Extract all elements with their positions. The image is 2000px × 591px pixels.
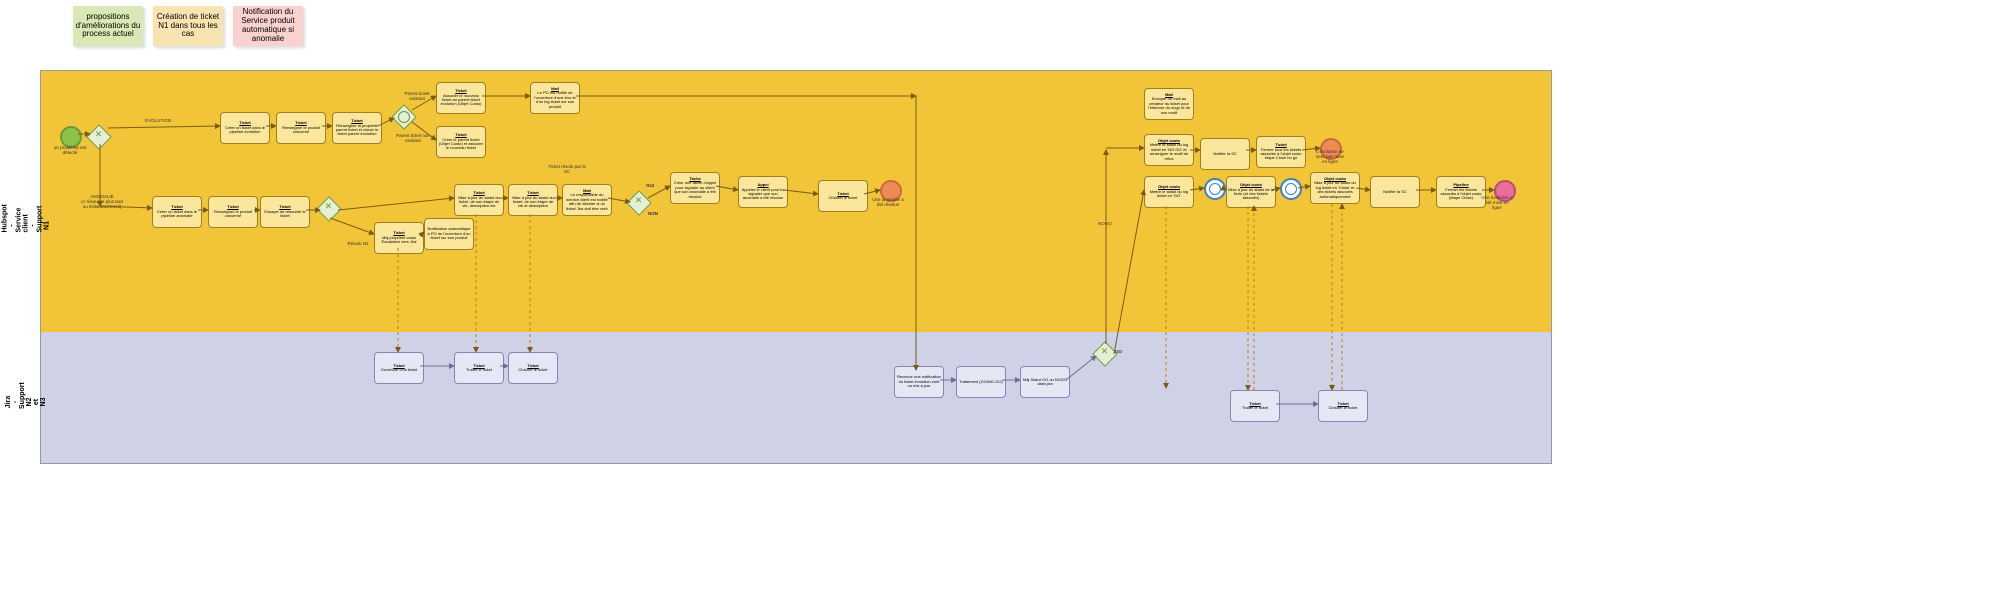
task-notif-sc2[interactable]: Notifier la SC [1370,176,1420,208]
label-end-evo-yes: Une évolution a été mise en ligne [1480,196,1514,211]
label-end-ano: Une anomalie a été résolue [872,198,904,208]
task-notif-sc[interactable]: Notifier la SC [1200,138,1250,170]
label-resolu-n2: Résolu N2 [346,242,370,247]
task-ano-create[interactable]: TicketCréer un ticket dans le pipeline a… [152,196,202,228]
task-associer[interactable]: TicketAssocier le nouveau ticket au pare… [436,82,486,114]
label-non: NON [648,212,658,217]
task-renseigner[interactable]: TicketRenseigner le produit concerné [276,112,326,144]
task-jira-trait[interactable]: Traitement (GO/NO-GO) [956,366,1006,398]
task-obj-go[interactable]: Objet custoMettre le statut du log ticke… [1144,176,1194,208]
task-maj1[interactable]: TicketMise à jour du statut du ticket, d… [454,184,504,216]
task-appel[interactable]: AppelAppeler le client pour lui signaler… [738,176,788,208]
label-end-evo-no: L'évolution ne sera pas mise en ligne [1314,150,1346,165]
task-tache[interactable]: TâcheCréer une tâche d'appel pour signal… [670,172,720,204]
task-close-nogo[interactable]: TicketFermer tous les tickets associés à… [1256,136,1306,168]
task-jira-traiter[interactable]: TicketTraiter le ticket [454,352,504,384]
task-maj2[interactable]: TicketMise à jour du statut du ticket, d… [508,184,558,216]
task-jira-open[interactable]: TicketOuverture d'un ticket [374,352,424,384]
task-renseigner2[interactable]: TicketRenseigner la propriété parent tic… [332,112,382,144]
task-jira-cloturer[interactable]: TicketCloturer le ticket [508,352,558,384]
label-go: GO [1115,350,1122,355]
task-ano-rens[interactable]: TicketRenseigner le produit concerné [208,196,258,228]
event-timer-2[interactable] [1280,178,1302,200]
sticky-notification: Notification du Service produit automati… [233,6,303,46]
label-start: un problème est détecté [52,146,88,156]
task-obj-fiche[interactable]: Objet custoMise à jour du statut de la f… [1226,176,1276,208]
task-obj-close[interactable]: Objet custoMise à jour du statut du log … [1310,172,1360,204]
task-jira-traiter2[interactable]: TicketTraiter le ticket [1230,390,1280,422]
sticky-creation: Création de ticket N1 dans tous les cas [153,6,223,46]
task-mail-po[interactable]: MailLe PO est notifié de l'ouverture d'u… [530,82,580,114]
task-jira-cloturer2[interactable]: TicketCloturer le ticket [1318,390,1368,422]
task-obj-nogo[interactable]: Objet custoMettre le statut du log ticke… [1144,134,1194,166]
label-evolution: EVOLUTION [145,119,171,124]
label-oui: OUI [646,184,654,189]
label-ticket-resolu: Ticket résolu par le SC [546,165,588,175]
lane-label-top: Hubspot - Service client - Support N1 [2,219,51,233]
lane-label-bot: Jira - Support N2 et N3 [5,395,47,409]
task-mail-crea[interactable]: MailEnvoyer un mail au créateur du ticke… [1144,88,1194,120]
sticky-proposals: propositions d'améliorations du process … [73,6,143,46]
task-maj-custo[interactable]: TicketMàj propriété custo 'Escalation ve… [374,222,424,254]
task-ano-try[interactable]: TicketEssayer de résoudre le ticket [260,196,310,228]
task-notif-po[interactable]: Notification automatique à PO de l'ouver… [424,218,474,250]
label-parent-exist: Parent ticket existant [397,92,437,102]
task-pipeline[interactable]: PipelineFermer les tickets associés à l'… [1436,176,1486,208]
task-mail-resp[interactable]: MailLe responsable du service client est… [562,184,612,216]
task-evo-create[interactable]: TicketCréer un ticket dans le pipeline é… [220,112,270,144]
task-jira-recv[interactable]: Recevoir une notification du ticket évol… [894,366,944,398]
event-timer-1[interactable] [1204,178,1226,200]
task-jira-maj[interactable]: Màj Statut GO ou NOGO dans jira [1020,366,1070,398]
label-nogo: NOGO [1098,222,1112,227]
task-cloturer[interactable]: TicketClôturer le ticket [818,180,868,212]
sticky-orange-text: Création de ticket N1 dans tous les cas [157,12,219,39]
label-parent-non: Parent ticket non existant [390,134,436,144]
label-anomalie: ANOMALIE (A résoudre plus tard ou instan… [76,195,128,210]
task-parent[interactable]: TicketCréer le parent ticket (Objet Cust… [436,126,486,158]
